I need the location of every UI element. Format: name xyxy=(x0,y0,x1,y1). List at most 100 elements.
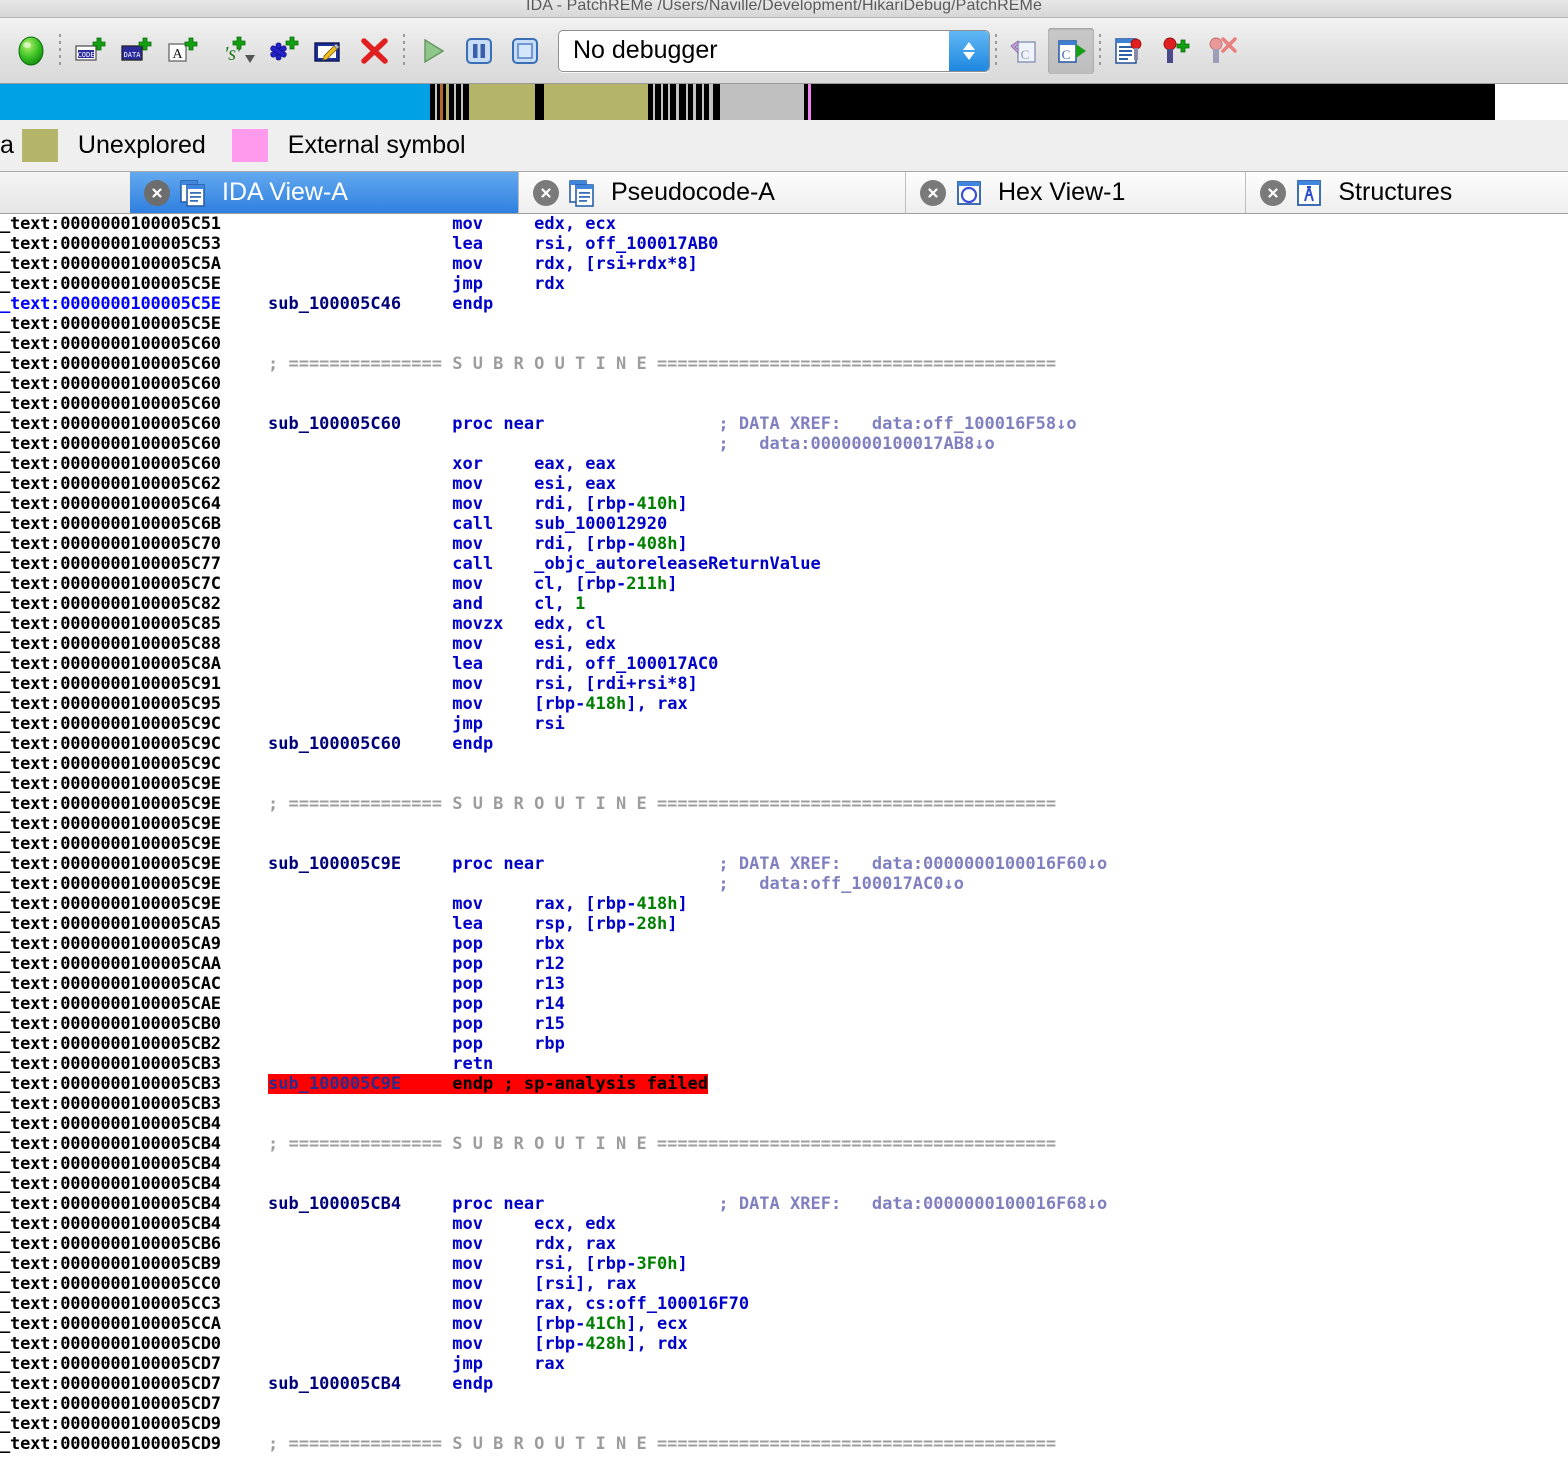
run-icon[interactable] xyxy=(410,28,456,74)
tab-structures[interactable]: Structures xyxy=(1246,172,1568,213)
disasm-line[interactable]: _text:0000000100005C8A lea rdi, off_1000… xyxy=(0,654,1568,674)
disasm-line[interactable]: _text:0000000100005C70 mov rdi, [rbp-408… xyxy=(0,534,1568,554)
disasm-line[interactable]: _text:0000000100005C60 ; data:0000000100… xyxy=(0,434,1568,454)
disasm-line[interactable]: _text:0000000100005CAA pop r12 xyxy=(0,954,1568,974)
navband-segment[interactable] xyxy=(544,84,648,120)
pause-icon[interactable] xyxy=(456,28,502,74)
close-icon[interactable] xyxy=(144,179,170,206)
disasm-line[interactable]: _text:0000000100005C82 and cl, 1 xyxy=(0,594,1568,614)
disasm-line[interactable]: _text:0000000100005C5E xyxy=(0,314,1568,334)
disasm-line[interactable]: _text:0000000100005C9C sub_100005C60 endp xyxy=(0,734,1568,754)
disasm-line[interactable]: _text:0000000100005CD7 jmp rax xyxy=(0,1354,1568,1374)
disasm-line[interactable]: _text:0000000100005C60 xyxy=(0,374,1568,394)
navband-segment[interactable] xyxy=(720,84,804,120)
disasm-line[interactable]: _text:0000000100005C60 xyxy=(0,334,1568,354)
close-icon[interactable] xyxy=(920,179,946,206)
disasm-line[interactable]: _text:0000000100005CB9 mov rsi, [rbp-3F0… xyxy=(0,1254,1568,1274)
disasm-line[interactable]: _text:0000000100005CAC pop r13 xyxy=(0,974,1568,994)
disasm-line[interactable]: _text:0000000100005CA5 lea rsp, [rbp-28h… xyxy=(0,914,1568,934)
disasm-line[interactable]: _text:0000000100005C9E sub_100005C9E proc… xyxy=(0,854,1568,874)
disasm-line[interactable]: _text:0000000100005C60 ; =============== … xyxy=(0,354,1568,374)
breakpoint-list-icon[interactable] xyxy=(1106,28,1152,74)
disasm-line[interactable]: _text:0000000100005CB4 xyxy=(0,1154,1568,1174)
disasm-line[interactable]: _text:0000000100005C7C mov cl, [rbp-211h… xyxy=(0,574,1568,594)
disasm-line[interactable]: _text:0000000100005C51 mov edx, ecx xyxy=(0,214,1568,234)
navband-segment[interactable] xyxy=(469,84,535,120)
decompile-icon[interactable]: C xyxy=(1048,27,1094,74)
disasm-line[interactable]: _text:0000000100005CB3 retn xyxy=(0,1054,1568,1074)
navband-segment[interactable] xyxy=(0,84,430,120)
disasm-line[interactable]: _text:0000000100005C77 call _objc_autore… xyxy=(0,554,1568,574)
disasm-line[interactable]: _text:0000000100005CD9 ; =============== … xyxy=(0,1434,1568,1454)
disasm-line[interactable]: _text:0000000100005CB2 pop rbp xyxy=(0,1034,1568,1054)
disasm-line[interactable]: _text:0000000100005CC0 mov [rsi], rax xyxy=(0,1274,1568,1294)
make-array-icon[interactable] xyxy=(260,28,306,74)
disasm-line[interactable]: _text:0000000100005CB4 ; =============== … xyxy=(0,1134,1568,1154)
rename-icon[interactable] xyxy=(306,28,352,74)
disasm-line[interactable]: _text:0000000100005C85 movzx edx, cl xyxy=(0,614,1568,634)
debugger-select[interactable]: No debugger xyxy=(558,29,990,72)
disasm-line[interactable]: _text:0000000100005C9C jmp rsi xyxy=(0,714,1568,734)
disasm-line[interactable]: _text:0000000100005CD7 xyxy=(0,1394,1568,1414)
disasm-token-mn: call xyxy=(452,514,535,534)
disasm-line[interactable]: _text:0000000100005CB4 xyxy=(0,1114,1568,1134)
ida-view-a-disassembly[interactable]: _text:0000000100005C51 mov edx, ecx _text… xyxy=(0,214,1568,1461)
disasm-line[interactable]: _text:0000000100005CA9 pop rbx xyxy=(0,934,1568,954)
disasm-line[interactable]: _text:0000000100005CD9 xyxy=(0,1414,1568,1434)
disasm-line[interactable]: _text:0000000100005C53 lea rsi, off_1000… xyxy=(0,234,1568,254)
disasm-line[interactable]: _text:0000000100005C9E xyxy=(0,774,1568,794)
disasm-line[interactable]: _text:0000000100005CD7 sub_100005CB4 endp xyxy=(0,1374,1568,1394)
disasm-line[interactable]: _text:0000000100005C9E ; =============== … xyxy=(0,794,1568,814)
navigation-band[interactable] xyxy=(0,84,1568,120)
close-icon[interactable] xyxy=(532,179,559,206)
disasm-line[interactable]: _text:0000000100005C60 xyxy=(0,394,1568,414)
disasm-line[interactable]: _text:0000000100005C64 mov rdi, [rbp-410… xyxy=(0,494,1568,514)
disasm-line[interactable]: _text:0000000100005C60 xor eax, eax xyxy=(0,454,1568,474)
disasm-line[interactable]: _text:0000000100005C91 mov rsi, [rdi+rsi… xyxy=(0,674,1568,694)
disasm-line[interactable]: _text:0000000100005CB3 xyxy=(0,1094,1568,1114)
navband-segment[interactable] xyxy=(535,84,544,120)
tab-ida-view-a[interactable]: IDA View-A xyxy=(130,172,519,213)
disasm-line[interactable]: _text:0000000100005CB4 mov ecx, edx xyxy=(0,1214,1568,1234)
disasm-line[interactable]: _text:0000000100005C9E mov rax, [rbp-418… xyxy=(0,894,1568,914)
disasm-line[interactable]: _text:0000000100005CB3 sub_100005C9E endp… xyxy=(0,1074,1568,1094)
disasm-token-op: rbx xyxy=(534,934,565,954)
make-data-icon[interactable]: DATA xyxy=(112,28,158,74)
disasm-line[interactable]: _text:0000000100005C9E ; data:off_100017… xyxy=(0,874,1568,894)
disasm-line[interactable]: _text:0000000100005C9E xyxy=(0,834,1568,854)
tab-hex-view-1[interactable]: Hex View-1 xyxy=(906,172,1247,213)
add-breakpoint-icon[interactable] xyxy=(1152,28,1198,74)
chevron-updown-icon[interactable] xyxy=(949,30,989,71)
make-struct-icon[interactable]: 's' xyxy=(214,28,260,74)
navband-segment[interactable] xyxy=(679,84,686,120)
navband-segment[interactable] xyxy=(811,84,1495,120)
close-icon[interactable] xyxy=(1260,179,1287,206)
make-ascii-icon[interactable]: A xyxy=(158,28,204,74)
disasm-line[interactable]: _text:0000000100005CB4 xyxy=(0,1174,1568,1194)
disasm-line[interactable]: _text:0000000100005CD0 mov [rbp-428h], r… xyxy=(0,1334,1568,1354)
disasm-line[interactable]: _text:0000000100005CB6 mov rdx, rax xyxy=(0,1234,1568,1254)
stop-icon[interactable] xyxy=(502,28,548,74)
make-code-icon[interactable]: CODE xyxy=(66,28,112,74)
disasm-line[interactable]: _text:0000000100005C5E sub_100005C46 endp xyxy=(0,294,1568,314)
delete-breakpoint-icon[interactable] xyxy=(1198,28,1244,74)
disasm-line[interactable]: _text:0000000100005C88 mov esi, edx xyxy=(0,634,1568,654)
disasm-line[interactable]: _text:0000000100005C95 mov [rbp-418h], r… xyxy=(0,694,1568,714)
disasm-line[interactable]: _text:0000000100005CB0 pop r15 xyxy=(0,1014,1568,1034)
tab-pseudocode-a[interactable]: Pseudocode-A xyxy=(518,172,906,213)
open-circle-green-icon[interactable] xyxy=(8,28,54,74)
disasm-line[interactable]: _text:0000000100005C5A mov rdx, [rsi+rdx… xyxy=(0,254,1568,274)
disasm-line[interactable]: _text:0000000100005CC3 mov rax, cs:off_1… xyxy=(0,1294,1568,1314)
disasm-line[interactable]: _text:0000000100005C60 sub_100005C60 proc… xyxy=(0,414,1568,434)
disasm-line[interactable]: _text:0000000100005C9E xyxy=(0,814,1568,834)
disasm-line[interactable]: _text:0000000100005CB4 sub_100005CB4 proc… xyxy=(0,1194,1568,1214)
disasm-line[interactable]: _text:0000000100005CAE pop r14 xyxy=(0,994,1568,1014)
disasm-line[interactable]: _text:0000000100005C6B call sub_10001292… xyxy=(0,514,1568,534)
disasm-line[interactable]: _text:0000000100005C9C xyxy=(0,754,1568,774)
decompile-all-icon[interactable]: C xyxy=(1002,28,1048,74)
navband-segment[interactable] xyxy=(713,84,720,120)
disasm-line[interactable]: _text:0000000100005CCA mov [rbp-41Ch], e… xyxy=(0,1314,1568,1334)
undefine-icon[interactable] xyxy=(352,28,398,74)
disasm-line[interactable]: _text:0000000100005C5E jmp rdx xyxy=(0,274,1568,294)
disasm-line[interactable]: _text:0000000100005C62 mov esi, eax xyxy=(0,474,1568,494)
